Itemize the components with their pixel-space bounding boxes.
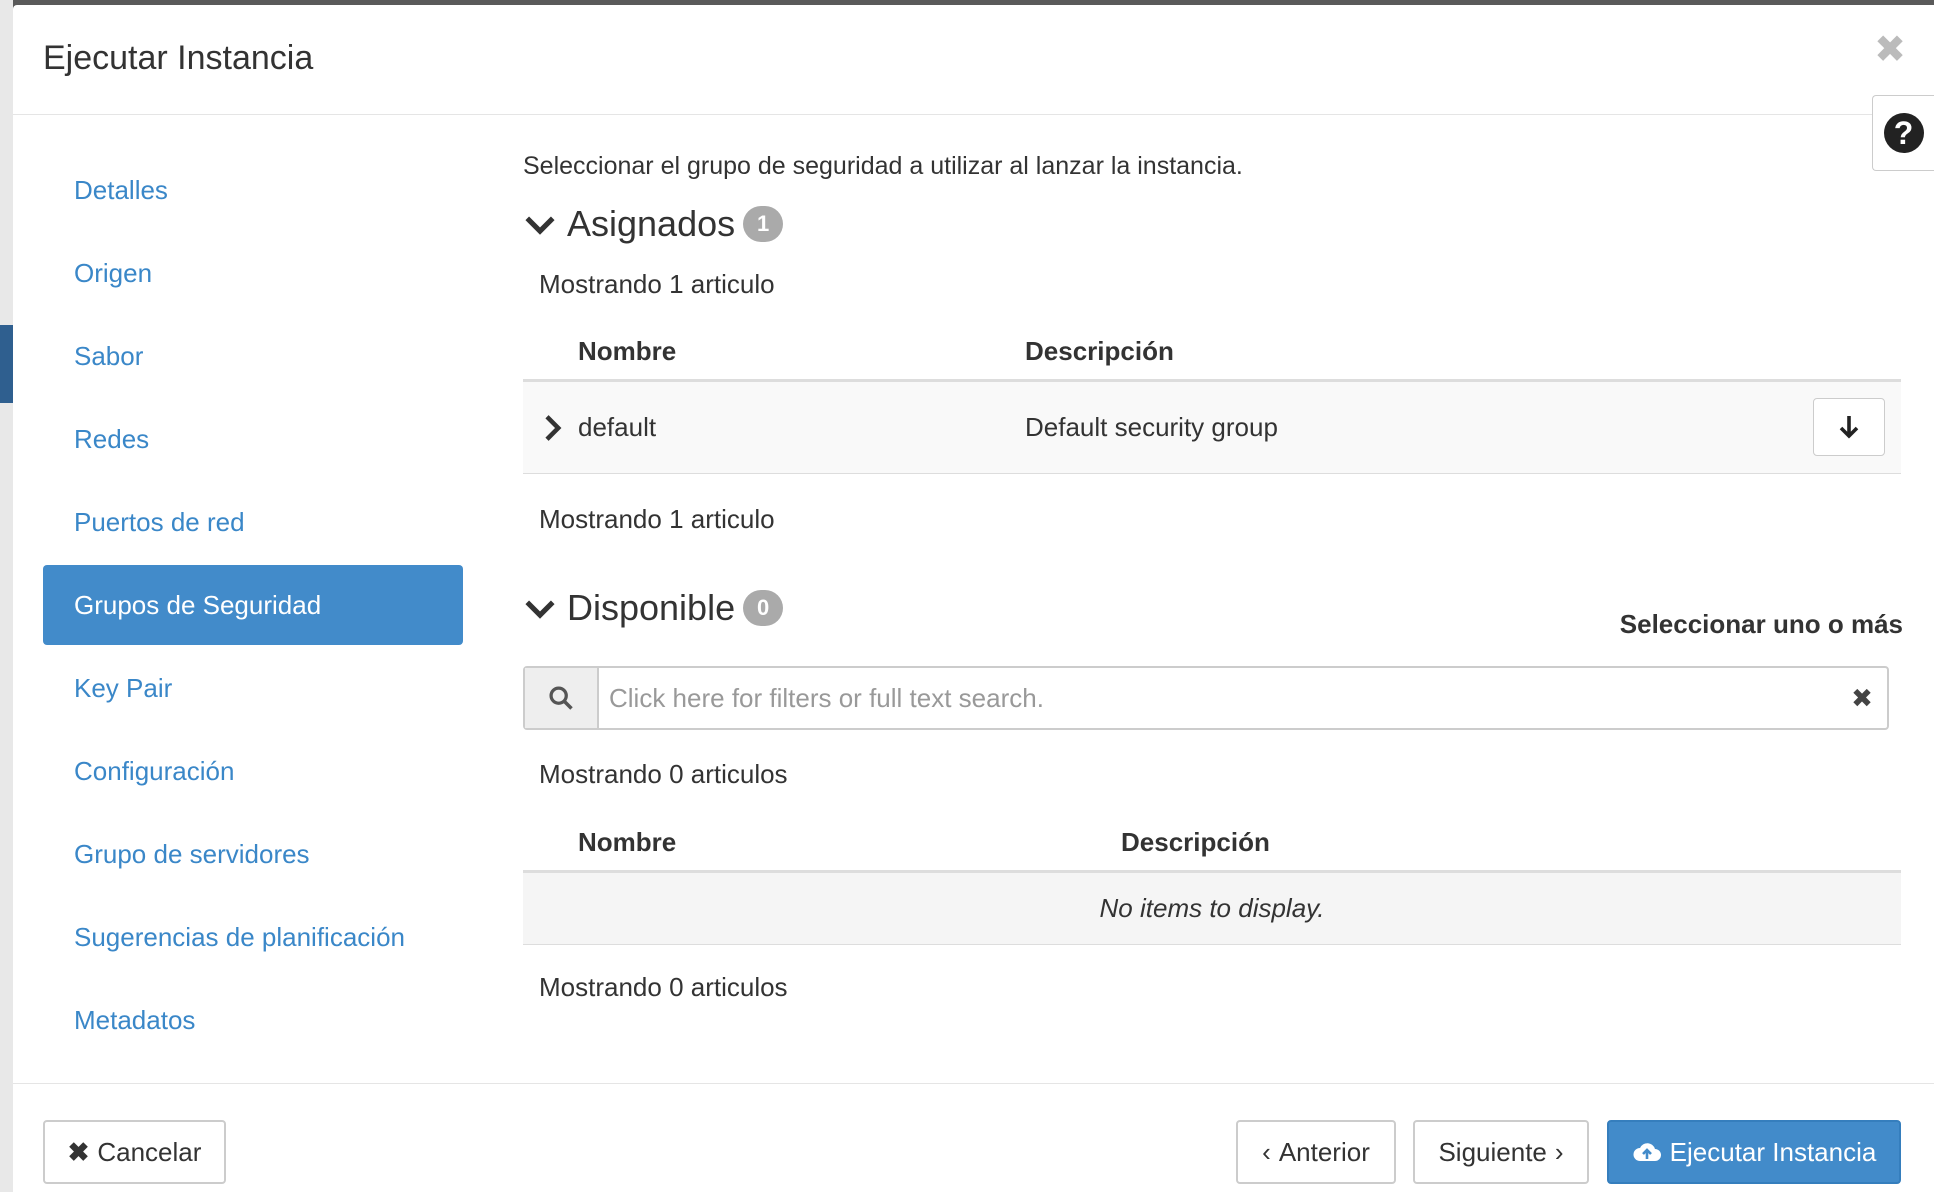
- nav-item-redes[interactable]: Redes: [43, 399, 463, 479]
- nav-item-key-pair[interactable]: Key Pair: [43, 648, 463, 728]
- search-addon: [525, 668, 599, 728]
- nav-item-sabor[interactable]: Sabor: [43, 316, 463, 396]
- nav-item-grupos-seguridad[interactable]: Grupos de Seguridad: [43, 565, 463, 645]
- column-header-description[interactable]: Descripción: [1025, 336, 1174, 367]
- modal-title: Ejecutar Instancia: [43, 39, 314, 77]
- nav-item-origen[interactable]: Origen: [43, 233, 463, 313]
- background-highlight: [0, 325, 13, 403]
- chevron-right-icon[interactable]: [537, 413, 567, 443]
- column-header-description[interactable]: Descripción: [1121, 827, 1270, 858]
- nav-item-detalles[interactable]: Detalles: [43, 150, 463, 230]
- assigned-count-top: Mostrando 1 articulo: [539, 269, 775, 299]
- background-page: [0, 0, 13, 1192]
- search-input[interactable]: [599, 668, 1837, 728]
- assigned-count-bottom: Mostrando 1 articulo: [539, 504, 775, 534]
- wizard-nav: Detalles Origen Sabor Redes Puertos de r…: [43, 150, 463, 1063]
- column-header-name[interactable]: Nombre: [578, 827, 676, 858]
- assigned-title: Asignados: [567, 203, 736, 244]
- chevron-down-icon: [525, 216, 555, 235]
- launch-instance-button[interactable]: Ejecutar Instancia: [1607, 1120, 1901, 1184]
- cancel-label: Cancelar: [97, 1136, 202, 1167]
- arrow-down-icon: [1839, 416, 1859, 439]
- assigned-section-header[interactable]: Asignados 1: [523, 203, 784, 245]
- clear-search-icon[interactable]: ✖: [1837, 668, 1887, 728]
- available-count-bottom: Mostrando 0 articulos: [539, 972, 788, 1002]
- launch-instance-modal: Ejecutar Instancia ✖ ? Detalles Origen S…: [13, 5, 1934, 1192]
- nav-item-grupo-servidores[interactable]: Grupo de servidores: [43, 814, 463, 894]
- previous-label: Anterior: [1278, 1136, 1370, 1167]
- nav-item-puertos[interactable]: Puertos de red: [43, 482, 463, 562]
- chevron-left-icon: ‹: [1262, 1136, 1271, 1167]
- column-header-name[interactable]: Nombre: [578, 336, 676, 367]
- cell-description: Default security group: [1025, 412, 1278, 442]
- available-title: Disponible: [567, 587, 736, 628]
- nav-item-configuracion[interactable]: Configuración: [43, 731, 463, 811]
- next-label: Siguiente: [1438, 1136, 1547, 1167]
- available-count-badge: 0: [743, 590, 784, 626]
- search-bar: ✖: [523, 666, 1889, 730]
- help-button[interactable]: ?: [1872, 95, 1934, 171]
- modal-footer: ✖ Cancelar ‹ Anterior Siguiente › Ejecut…: [13, 1083, 1934, 1192]
- assigned-table-header: Nombre Descripción: [523, 322, 1901, 382]
- search-icon: [549, 686, 573, 710]
- close-icon: ✖: [67, 1136, 90, 1167]
- assigned-count-badge: 1: [743, 206, 784, 242]
- step-description: Seleccionar el grupo de seguridad a util…: [523, 152, 1243, 180]
- close-icon[interactable]: ✖: [1874, 31, 1906, 69]
- empty-table-message: No items to display.: [523, 873, 1901, 945]
- available-section-header[interactable]: Disponible 0: [523, 587, 784, 629]
- previous-button[interactable]: ‹ Anterior: [1236, 1120, 1396, 1184]
- modal-header: Ejecutar Instancia ✖: [13, 5, 1934, 115]
- next-button[interactable]: Siguiente ›: [1413, 1120, 1589, 1184]
- deallocate-button[interactable]: [1813, 398, 1885, 456]
- available-table-header: Nombre Descripción: [523, 813, 1901, 873]
- chevron-down-icon: [525, 600, 555, 619]
- select-hint: Seleccionar uno o más: [1619, 609, 1903, 639]
- table-row: default Default security group: [523, 382, 1901, 474]
- cancel-button[interactable]: ✖ Cancelar: [43, 1120, 226, 1184]
- available-count-top: Mostrando 0 articulos: [539, 759, 788, 789]
- nav-item-sugerencias[interactable]: Sugerencias de planificación: [43, 897, 463, 977]
- cell-name: default: [578, 412, 657, 442]
- launch-label: Ejecutar Instancia: [1669, 1136, 1877, 1167]
- cloud-upload-icon: [1633, 1143, 1661, 1161]
- nav-item-metadatos[interactable]: Metadatos: [43, 980, 463, 1060]
- chevron-right-icon: ›: [1554, 1136, 1564, 1167]
- help-icon: ?: [1883, 113, 1924, 153]
